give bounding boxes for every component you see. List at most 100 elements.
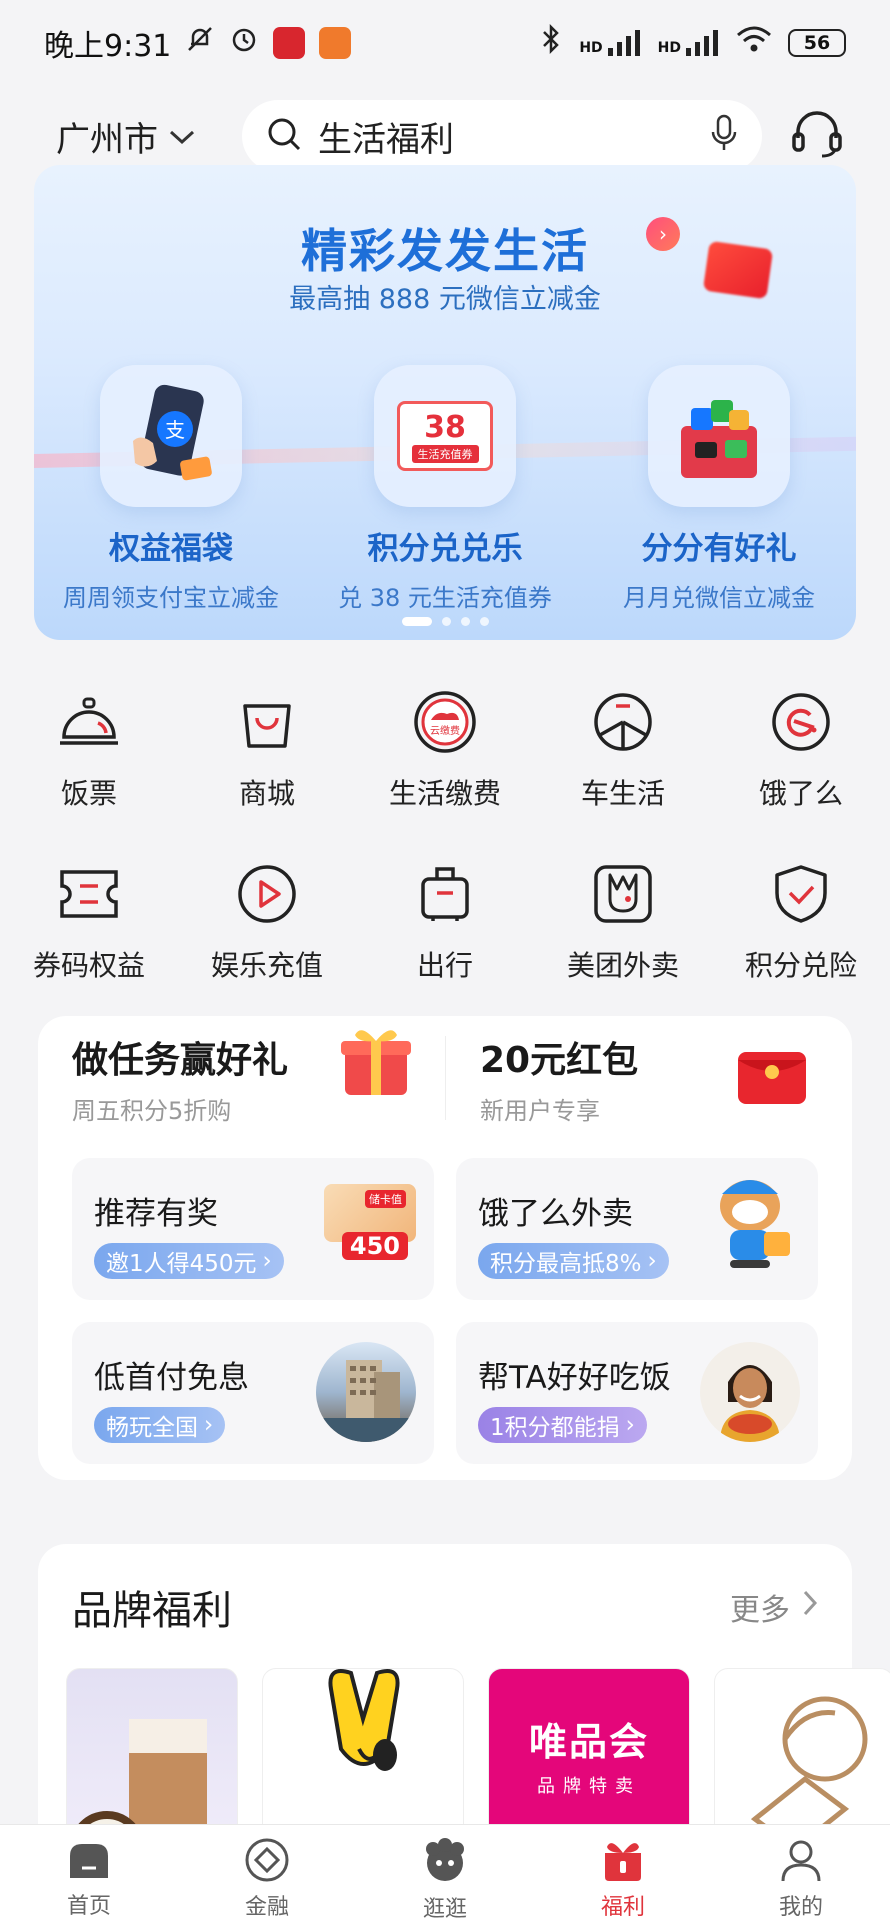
tab-finance[interactable]: 金融: [178, 1825, 356, 1920]
quick-access-grid: 饭票 商城 云缴费 生活缴费 车生活 饿了么 券码权益 娱乐充值 出行 美团外卖…: [0, 690, 890, 984]
gift-icon: [599, 1837, 647, 1883]
grid-item-points-insurance[interactable]: 积分兑险: [712, 862, 890, 984]
tile-pill: 畅玩全国 ›: [94, 1407, 226, 1443]
task-rewards-entry[interactable]: 做任务赢好礼 周五积分5折购: [38, 1029, 445, 1126]
red-packet-icon: [734, 1048, 810, 1108]
tab-browse[interactable]: 逛逛: [356, 1825, 534, 1920]
more-label: 更多: [730, 1593, 790, 1628]
grid-label: 出行: [416, 949, 473, 982]
grid-label: 车生活: [580, 777, 665, 810]
meituan-rabbit-icon: [591, 862, 655, 926]
status-time: 晚上9:31: [44, 29, 172, 64]
grid-item-entertainment-recharge[interactable]: 娱乐充值: [178, 862, 356, 984]
wifi-icon: [736, 25, 772, 61]
tab-label: 金融: [244, 1895, 289, 1920]
tab-label: 首页: [66, 1894, 111, 1919]
reward-amount: 450: [341, 1232, 408, 1260]
chevron-right-icon: ›: [262, 1248, 272, 1274]
play-icon: [235, 862, 299, 926]
microphone-icon[interactable]: [710, 114, 738, 158]
brand-tagline: 品牌特卖: [537, 1775, 641, 1797]
tasks-card: 做任务赢好礼 周五积分5折购 20元红包 新用户专享 推荐有奖 邀1人得450元…: [38, 1016, 852, 1480]
grid-item-mall[interactable]: 商城: [178, 690, 356, 812]
bluetooth-icon: [539, 23, 563, 63]
banner-item-subtitle: 周周领支付宝立减金: [63, 584, 279, 612]
signal-hd-label: HD: [579, 40, 603, 56]
city-label: 广州市: [56, 119, 158, 160]
tile-eleme-delivery[interactable]: 饿了么外卖 积分最高抵8% ›: [456, 1158, 818, 1300]
stored-value-card-icon: 储卡值 450: [312, 1178, 416, 1278]
tab-label: 逛逛: [422, 1897, 467, 1920]
alarm-icon: [229, 24, 259, 62]
tab-home[interactable]: 首页: [0, 1825, 178, 1920]
chevron-right-icon: ›: [647, 1248, 657, 1274]
grid-label: 生活缴费: [388, 777, 501, 810]
grid-label: 商城: [238, 777, 295, 810]
grid-label: 积分兑险: [744, 949, 857, 982]
tile-charity-meal[interactable]: 帮TA好好吃饭 1积分都能捐 ›: [456, 1322, 818, 1464]
signal-icon: HD: [579, 30, 641, 56]
home-icon: [65, 1837, 113, 1882]
app-notification-icon: [319, 27, 352, 59]
banner-subtitle: 最高抽 888 元微信立减金: [289, 284, 601, 315]
cloud-payment-text: 云缴费: [430, 724, 460, 737]
banner-item-title: 分分有好礼: [641, 531, 797, 567]
tile-pill-text: 积分最高抵8%: [490, 1251, 642, 1277]
profile-icon: [777, 1837, 825, 1883]
signal-icon: HD: [658, 30, 720, 56]
card-label: 储卡值: [365, 1190, 406, 1208]
brand-name: 唯品会: [528, 1719, 649, 1764]
grid-item-bill-payment[interactable]: 云缴费 生活缴费: [356, 690, 534, 812]
grid-item-meituan[interactable]: 美团外卖: [534, 862, 712, 984]
tile-low-downpayment[interactable]: 低首付免息 畅玩全国 ›: [72, 1322, 434, 1464]
battery-indicator: 56: [788, 29, 846, 57]
grid-label: 娱乐充值: [210, 949, 323, 982]
customer-service-icon[interactable]: [790, 110, 844, 162]
tile-pill-text: 邀1人得450元: [106, 1251, 257, 1277]
banner-item-points-exchange[interactable]: 38 生活充值券 积分兑兑乐 兑 38 元生活充值券: [308, 365, 582, 613]
tile-pill-text: 畅玩全国: [106, 1415, 198, 1441]
browse-icon: [421, 1837, 469, 1885]
promo-banner[interactable]: 精彩发发生活 › 最高抽 888 元微信立减金 支 权益福袋 周周领支付宝立减金…: [34, 165, 856, 640]
more-link[interactable]: 更多: [730, 1585, 818, 1629]
city-selector[interactable]: 广州市: [56, 112, 242, 161]
gift-box-icon: [337, 1021, 415, 1099]
banner-arrow-icon[interactable]: ›: [646, 217, 680, 251]
coupon-icon: [57, 862, 121, 926]
banner-item-benefit-bag[interactable]: 支 权益福袋 周周领支付宝立减金: [34, 365, 308, 613]
grid-item-car-life[interactable]: 车生活: [534, 690, 712, 812]
finance-icon: [243, 1837, 291, 1883]
banner-item-monthly-gift[interactable]: 分分有好礼 月月兑微信立减金: [582, 365, 856, 613]
tab-profile[interactable]: 我的: [712, 1825, 890, 1920]
grid-item-eleme[interactable]: 饿了么: [712, 690, 890, 812]
grid-label: 饭票: [60, 777, 117, 810]
grid-label: 美团外卖: [566, 949, 679, 982]
search-input[interactable]: 生活福利: [318, 112, 694, 161]
tab-label: 我的: [778, 1895, 823, 1920]
tab-label: 福利: [600, 1895, 645, 1920]
gift-box-icon: [648, 365, 790, 507]
chevron-right-icon: ›: [204, 1412, 214, 1438]
new-user-redpacket-entry[interactable]: 20元红包 新用户专享: [445, 1036, 852, 1125]
grid-item-travel[interactable]: 出行: [356, 862, 534, 984]
luggage-icon: [413, 862, 477, 926]
child-photo: [700, 1342, 800, 1442]
coupon-amount: 38: [424, 409, 466, 445]
section-title: 品牌福利: [72, 1588, 232, 1634]
tile-pill: 积分最高抵8% ›: [478, 1243, 669, 1279]
tile-pill: 邀1人得450元 ›: [94, 1243, 284, 1279]
banner-item-title: 权益福袋: [109, 531, 233, 567]
search-bar[interactable]: 生活福利: [242, 100, 762, 172]
grid-item-coupon-rights[interactable]: 券码权益: [0, 862, 178, 984]
phone-alipay-icon: 支: [100, 365, 242, 507]
grid-item-meal-ticket[interactable]: 饭票: [0, 690, 178, 812]
carousel-dot: [401, 617, 432, 626]
svg-text:支: 支: [165, 418, 185, 442]
dining-bell-icon: [57, 690, 121, 754]
chevron-right-icon: [802, 1589, 818, 1625]
tile-referral[interactable]: 推荐有奖 邀1人得450元 › 储卡值 450: [72, 1158, 434, 1300]
tab-welfare[interactable]: 福利: [534, 1825, 712, 1920]
shield-check-icon: [769, 862, 833, 926]
carousel-dot: [460, 617, 470, 626]
banner-item-title: 积分兑兑乐: [367, 531, 523, 567]
